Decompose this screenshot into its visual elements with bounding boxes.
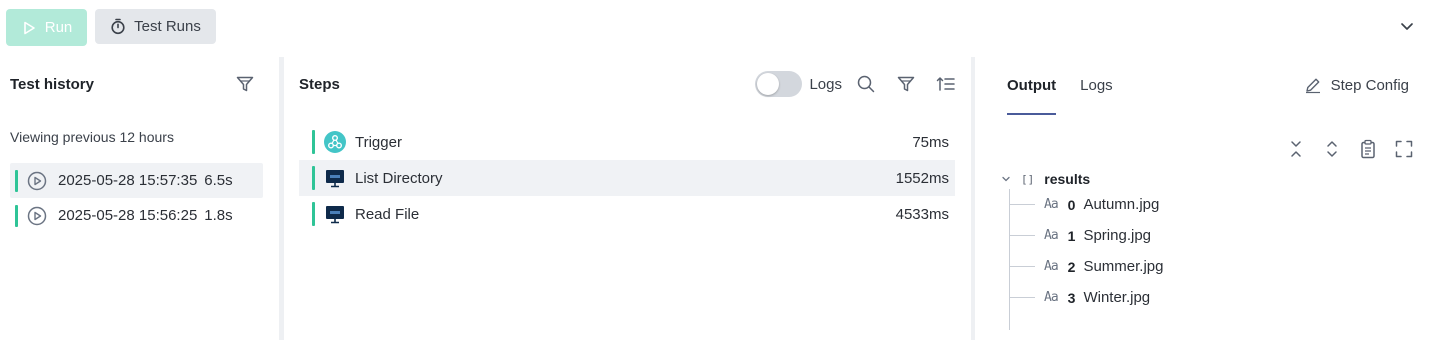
status-bar: [312, 130, 315, 154]
pencil-icon: [1305, 78, 1320, 94]
filter-icon[interactable]: [896, 74, 916, 94]
filter-icon[interactable]: [235, 74, 255, 94]
step-duration: 1552ms: [895, 169, 949, 187]
steps-title: Steps: [299, 76, 340, 93]
collapse-all-icon[interactable]: [1287, 139, 1305, 159]
tab-output[interactable]: Output: [1007, 57, 1057, 115]
chevron-down-icon[interactable]: [1399, 18, 1415, 34]
output-toolbar: [1287, 139, 1413, 159]
output-panel: Output Logs Step Config [] results Aa 0 …: [975, 57, 1433, 340]
play-icon: [23, 21, 35, 34]
play-circle-icon: [27, 171, 47, 190]
step-name: Trigger: [355, 133, 402, 151]
active-tab-indicator: [1007, 113, 1057, 115]
tree-connector: [1010, 266, 1035, 267]
tree-item[interactable]: Aa 3 Winter.jpg: [1010, 282, 1401, 313]
tree-item-index: 2: [1067, 258, 1076, 275]
test-runs-button[interactable]: Test Runs: [95, 9, 216, 44]
logs-toggle[interactable]: [755, 71, 803, 97]
tree-item[interactable]: Aa 0 Autumn.jpg: [1010, 189, 1401, 220]
tree-item-value: Winter.jpg: [1083, 289, 1151, 306]
string-type-icon: Aa: [1044, 290, 1059, 305]
tab-output-label: Output: [1007, 77, 1057, 94]
play-circle-icon: [27, 206, 47, 225]
history-row[interactable]: 2025-05-28 15:56:25 1.8s: [10, 198, 263, 233]
logs-toggle-label: Logs: [809, 75, 842, 93]
run-button-label: Run: [44, 19, 73, 36]
run-button[interactable]: Run: [6, 9, 87, 46]
run-timestamp: 2025-05-28 15:56:25: [58, 207, 198, 224]
history-list: 2025-05-28 15:57:35 6.5s 2025-05-28 15:5…: [10, 163, 263, 233]
history-range-text: Viewing previous 12 hours: [10, 129, 174, 145]
step-row-list-directory[interactable]: List Directory 1552ms: [299, 160, 955, 196]
steps-list: Trigger 75ms List Directory 1552ms Read …: [299, 124, 955, 232]
tab-logs-label: Logs: [1080, 77, 1113, 94]
run-duration: 1.8s: [204, 207, 233, 224]
tree-connector: [1010, 297, 1035, 298]
tree-item[interactable]: Aa 1 Spring.jpg: [1010, 220, 1401, 251]
tab-logs[interactable]: Logs: [1080, 57, 1113, 115]
status-bar: [312, 202, 315, 226]
toggle-knob: [757, 73, 780, 95]
history-row[interactable]: 2025-05-28 15:57:35 6.5s: [10, 163, 263, 198]
run-timestamp: 2025-05-28 15:57:35: [58, 172, 198, 189]
array-type-icon: []: [1021, 172, 1035, 186]
output-tree: [] results Aa 0 Autumn.jpg Aa 1 Spring.j…: [1001, 169, 1401, 330]
fullscreen-icon[interactable]: [1395, 139, 1413, 159]
output-tabs: Output Logs: [1007, 57, 1137, 115]
tree-item[interactable]: Aa 2 Summer.jpg: [1010, 251, 1401, 282]
test-runs-button-label: Test Runs: [134, 18, 201, 35]
tree-children: Aa 0 Autumn.jpg Aa 1 Spring.jpg Aa 2 Sum…: [1009, 189, 1401, 330]
step-config-button[interactable]: Step Config: [1304, 76, 1409, 94]
sftp-icon: [326, 206, 344, 224]
tree-node-results[interactable]: [] results: [1001, 169, 1401, 189]
status-bar: [15, 170, 18, 192]
steps-toolbar: Logs: [755, 70, 956, 98]
sftp-icon: [326, 170, 344, 188]
tree-item-index: 1: [1067, 227, 1076, 244]
expand-all-icon[interactable]: [1323, 139, 1341, 159]
step-name: Read File: [355, 205, 420, 223]
search-icon[interactable]: [856, 74, 876, 94]
clipboard-icon[interactable]: [1359, 139, 1377, 159]
step-duration: 4533ms: [895, 205, 949, 223]
step-config-label: Step Config: [1330, 76, 1409, 94]
tree-item-value: Autumn.jpg: [1083, 196, 1160, 213]
chevron-down-icon[interactable]: [1001, 174, 1011, 184]
tree-connector: [1010, 235, 1035, 236]
step-row-read-file[interactable]: Read File 4533ms: [299, 196, 955, 232]
tree-item-value: Summer.jpg: [1083, 258, 1164, 275]
webhook-icon: [324, 131, 346, 153]
tree-node-key: results: [1044, 171, 1091, 187]
status-bar: [312, 166, 315, 190]
test-history-title: Test history: [10, 76, 94, 93]
tree-item-index: 0: [1067, 196, 1076, 213]
step-row-trigger[interactable]: Trigger 75ms: [299, 124, 955, 160]
top-toolbar: Run Test Runs: [0, 0, 1433, 56]
run-duration: 6.5s: [204, 172, 233, 189]
test-history-panel: Test history Viewing previous 12 hours 2…: [0, 57, 279, 340]
tree-item-index: 3: [1067, 289, 1076, 306]
step-name: List Directory: [355, 169, 443, 187]
tree-connector: [1010, 204, 1035, 205]
string-type-icon: Aa: [1044, 228, 1059, 243]
string-type-icon: Aa: [1044, 259, 1059, 274]
status-bar: [15, 205, 18, 227]
string-type-icon: Aa: [1044, 197, 1059, 212]
sort-icon[interactable]: [936, 74, 956, 94]
stopwatch-icon: [111, 18, 125, 35]
steps-panel: Steps Logs Trigger 75ms List Directory 1…: [284, 57, 972, 340]
step-duration: 75ms: [912, 133, 949, 151]
tree-item-value: Spring.jpg: [1083, 227, 1151, 244]
